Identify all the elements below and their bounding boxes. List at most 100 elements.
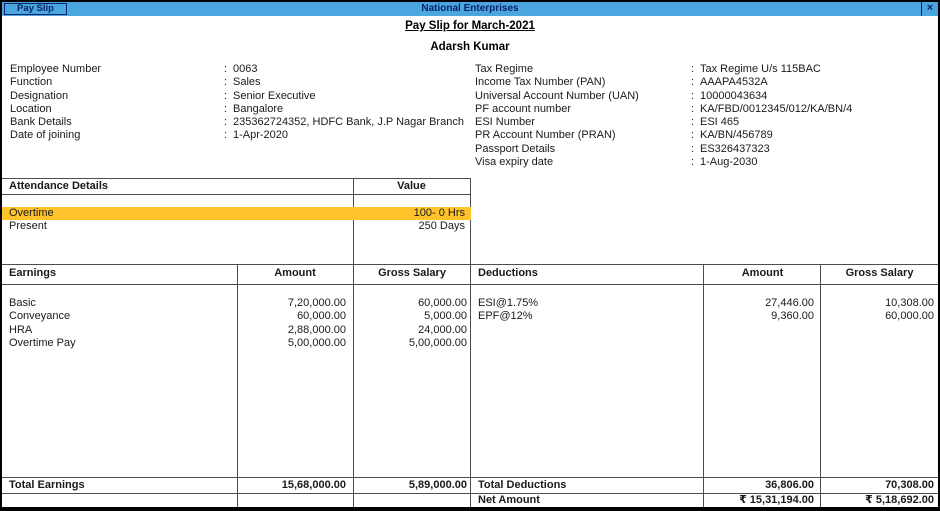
detail-label: PF account number [475,103,691,116]
total-amount: 15,68,000.00 [237,479,353,492]
pay-head-name: Conveyance [2,310,237,323]
pay-head-gross: 60,000.00 [353,297,471,310]
net-amount-value: ₹ 15,31,194.00 [704,494,821,507]
pay-head-gross: 5,00,000.00 [353,337,471,350]
detail-value: Senior Executive [233,90,465,103]
divider [2,477,938,478]
detail-label: Date of joining [10,129,224,142]
deductions-header: Deductions [471,264,704,284]
total-label: Total Earnings [2,479,237,492]
total-deductions-row: Total Deductions 36,806.00 70,308.00 [471,479,938,492]
detail-value: KA/FBD/0012345/012/KA/BN/4 [700,103,935,116]
deductions-row-epf[interactable]: EPF@12% 9,360.00 60,000.00 [471,310,938,323]
detail-value: Tax Regime U/s 115BAC [700,63,935,76]
detail-label: Income Tax Number (PAN) [475,76,691,89]
detail-value: 1-Aug-2030 [700,156,935,169]
attendance-name: Present [2,220,353,233]
earnings-header-row: Earnings Amount Gross Salary [2,264,471,284]
divider [2,194,471,195]
pay-head-name: EPF@12% [471,310,704,323]
colon: : [691,156,700,169]
pay-head-gross: 5,000.00 [353,310,471,323]
detail-label: Bank Details [10,116,224,129]
pay-head-amount: 5,00,000.00 [237,337,353,350]
colon: : [224,129,233,142]
detail-row: Location:Bangalore [10,103,465,116]
attendance-value: 250 Days [353,220,470,233]
detail-label: Passport Details [475,143,691,156]
earnings-amount-header: Amount [237,264,353,284]
pay-head-name: ESI@1.75% [471,297,704,310]
colon: : [691,103,700,116]
detail-row: ESI Number:ESI 465 [475,116,935,129]
colon: : [691,76,700,89]
detail-row: Income Tax Number (PAN):AAAPA4532A [475,76,935,89]
detail-row: Designation:Senior Executive [10,90,465,103]
attendance-name: Overtime [2,207,353,220]
detail-row: Passport Details:ES326437323 [475,143,935,156]
pay-head-amount: 2,88,000.00 [237,324,353,337]
attendance-header-name: Attendance Details [2,179,353,194]
detail-label: Universal Account Number (UAN) [475,90,691,103]
detail-row: Tax Regime:Tax Regime U/s 115BAC [475,63,935,76]
detail-row: Universal Account Number (UAN):100000436… [475,90,935,103]
colon: : [691,63,700,76]
detail-value: AAAPA4532A [700,76,935,89]
total-label: Total Deductions [471,479,704,492]
attendance-row-overtime[interactable]: Overtime 100- 0 Hrs [2,207,471,220]
detail-value: KA/BN/456789 [700,129,935,142]
colon: : [224,90,233,103]
total-amount: 36,806.00 [704,479,821,492]
page-title: Pay Slip for March-2021 [2,20,938,32]
detail-label: Tax Regime [475,63,691,76]
detail-row: Function:Sales [10,76,465,89]
detail-label: Function [10,76,224,89]
earnings-gross-header: Gross Salary [353,264,471,284]
deductions-rows: ESI@1.75% 27,446.00 10,308.00 EPF@12% 9,… [471,297,938,324]
detail-row: Employee Number:0063 [10,63,465,76]
pay-head-amount: 7,20,000.00 [237,297,353,310]
net-amount-row: Net Amount ₹ 15,31,194.00 ₹ 5,18,692.00 [471,494,938,507]
total-gross: 5,89,000.00 [353,479,471,492]
detail-row: Visa expiry date:1-Aug-2030 [475,156,935,169]
detail-value: Sales [233,76,465,89]
earnings-row-hra[interactable]: HRA 2,88,000.00 24,000.00 [2,324,471,337]
deductions-row-esi[interactable]: ESI@1.75% 27,446.00 10,308.00 [471,297,938,310]
detail-value: 0063 [233,63,465,76]
earnings-header: Earnings [2,264,237,284]
detail-value: Bangalore [233,103,465,116]
detail-label: Visa expiry date [475,156,691,169]
earnings-rows: Basic 7,20,000.00 60,000.00 Conveyance 6… [2,297,471,351]
colon: : [691,116,700,129]
detail-row: Bank Details:235362724352, HDFC Bank, J.… [10,116,465,129]
pay-head-amount: 9,360.00 [704,310,821,323]
colon: : [691,90,700,103]
pay-head-name: HRA [2,324,237,337]
colon: : [224,76,233,89]
detail-row: PR Account Number (PRAN):KA/BN/456789 [475,129,935,142]
attendance-value: 100- 0 Hrs [353,207,470,220]
close-icon[interactable]: × [921,2,938,16]
detail-row: Date of joining:1-Apr-2020 [10,129,465,142]
pay-head-name: Overtime Pay [2,337,237,350]
pay-head-amount: 27,446.00 [704,297,821,310]
detail-label: Employee Number [10,63,224,76]
pay-head-gross: 10,308.00 [821,297,938,310]
earnings-row-basic[interactable]: Basic 7,20,000.00 60,000.00 [2,297,471,310]
detail-label: ESI Number [475,116,691,129]
payslip-window: Pay Slip National Enterprises × Pay Slip… [0,0,940,511]
detail-value: 1-Apr-2020 [233,129,465,142]
detail-value: ESI 465 [700,116,935,129]
attendance-row-present[interactable]: Present 250 Days [2,220,471,233]
colon: : [691,129,700,142]
net-amount-label: Net Amount [471,494,704,507]
detail-value: 235362724352, HDFC Bank, J.P Nagar Branc… [233,116,465,129]
deductions-header-row: Deductions Amount Gross Salary [471,264,938,284]
earnings-row-overtime-pay[interactable]: Overtime Pay 5,00,000.00 5,00,000.00 [2,337,471,350]
earnings-row-conveyance[interactable]: Conveyance 60,000.00 5,000.00 [2,310,471,323]
detail-value: ES326437323 [700,143,935,156]
employee-name: Adarsh Kumar [2,41,938,53]
attendance-header-row: Attendance Details Value [2,179,471,194]
employee-details-right: Tax Regime:Tax Regime U/s 115BAC Income … [475,63,935,169]
pay-head-name: Basic [2,297,237,310]
